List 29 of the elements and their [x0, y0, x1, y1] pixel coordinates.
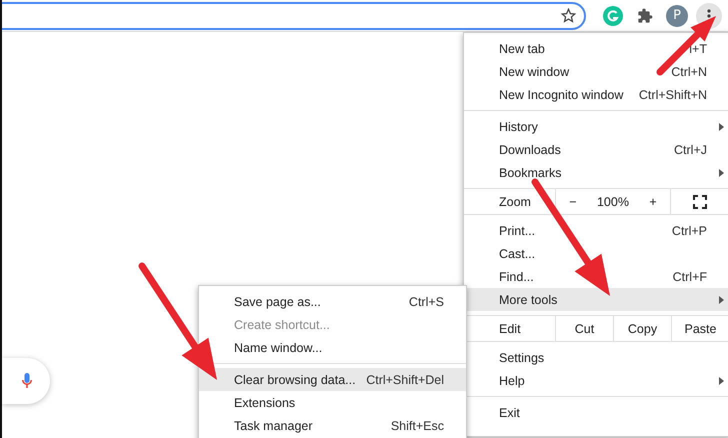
menu-item[interactable]: Extensions [199, 391, 466, 414]
fullscreen-icon[interactable] [693, 194, 707, 208]
menu-item[interactable]: Downloads Ctrl+J [464, 138, 728, 161]
menu-label: Zoom [464, 189, 556, 214]
menu-item[interactable]: New window Ctrl+N [464, 60, 728, 83]
puzzle-icon[interactable] [637, 8, 653, 24]
menu-item[interactable]: Help [464, 369, 728, 392]
menu-item[interactable]: Cast... [464, 242, 728, 265]
microphone-icon[interactable] [22, 373, 32, 389]
menu-item[interactable]: Exit [464, 401, 728, 424]
menu-item[interactable]: Save page as... Ctrl+S [199, 290, 466, 313]
menu-item[interactable]: Print... Ctrl+P [464, 219, 728, 242]
zoom-out-button[interactable]: − [563, 194, 583, 208]
menu-item[interactable]: Settings [464, 346, 728, 369]
edit-button[interactable]: Paste [672, 316, 728, 341]
edit-button[interactable]: Cut [556, 316, 614, 341]
menu-item[interactable]: Clear browsing data... Ctrl+Shift+Del [199, 368, 466, 391]
menu-item[interactable]: Bookmarks [464, 161, 728, 184]
menu-item[interactable]: History [464, 115, 728, 138]
menu-item[interactable]: Task manager Shift+Esc [199, 414, 466, 437]
star-icon[interactable] [561, 8, 576, 23]
profile-avatar[interactable]: P [666, 4, 688, 26]
menu-item[interactable]: Find... Ctrl+F [464, 265, 728, 288]
zoom-in-button[interactable]: + [643, 194, 663, 208]
edit-button[interactable]: Copy [614, 316, 672, 341]
menu-item[interactable]: New Incognito window Ctrl+Shift+N [464, 83, 728, 106]
zoom-value: 100% [596, 194, 629, 208]
search-box[interactable] [2, 358, 50, 404]
menu-item[interactable]: More tools [464, 288, 728, 311]
